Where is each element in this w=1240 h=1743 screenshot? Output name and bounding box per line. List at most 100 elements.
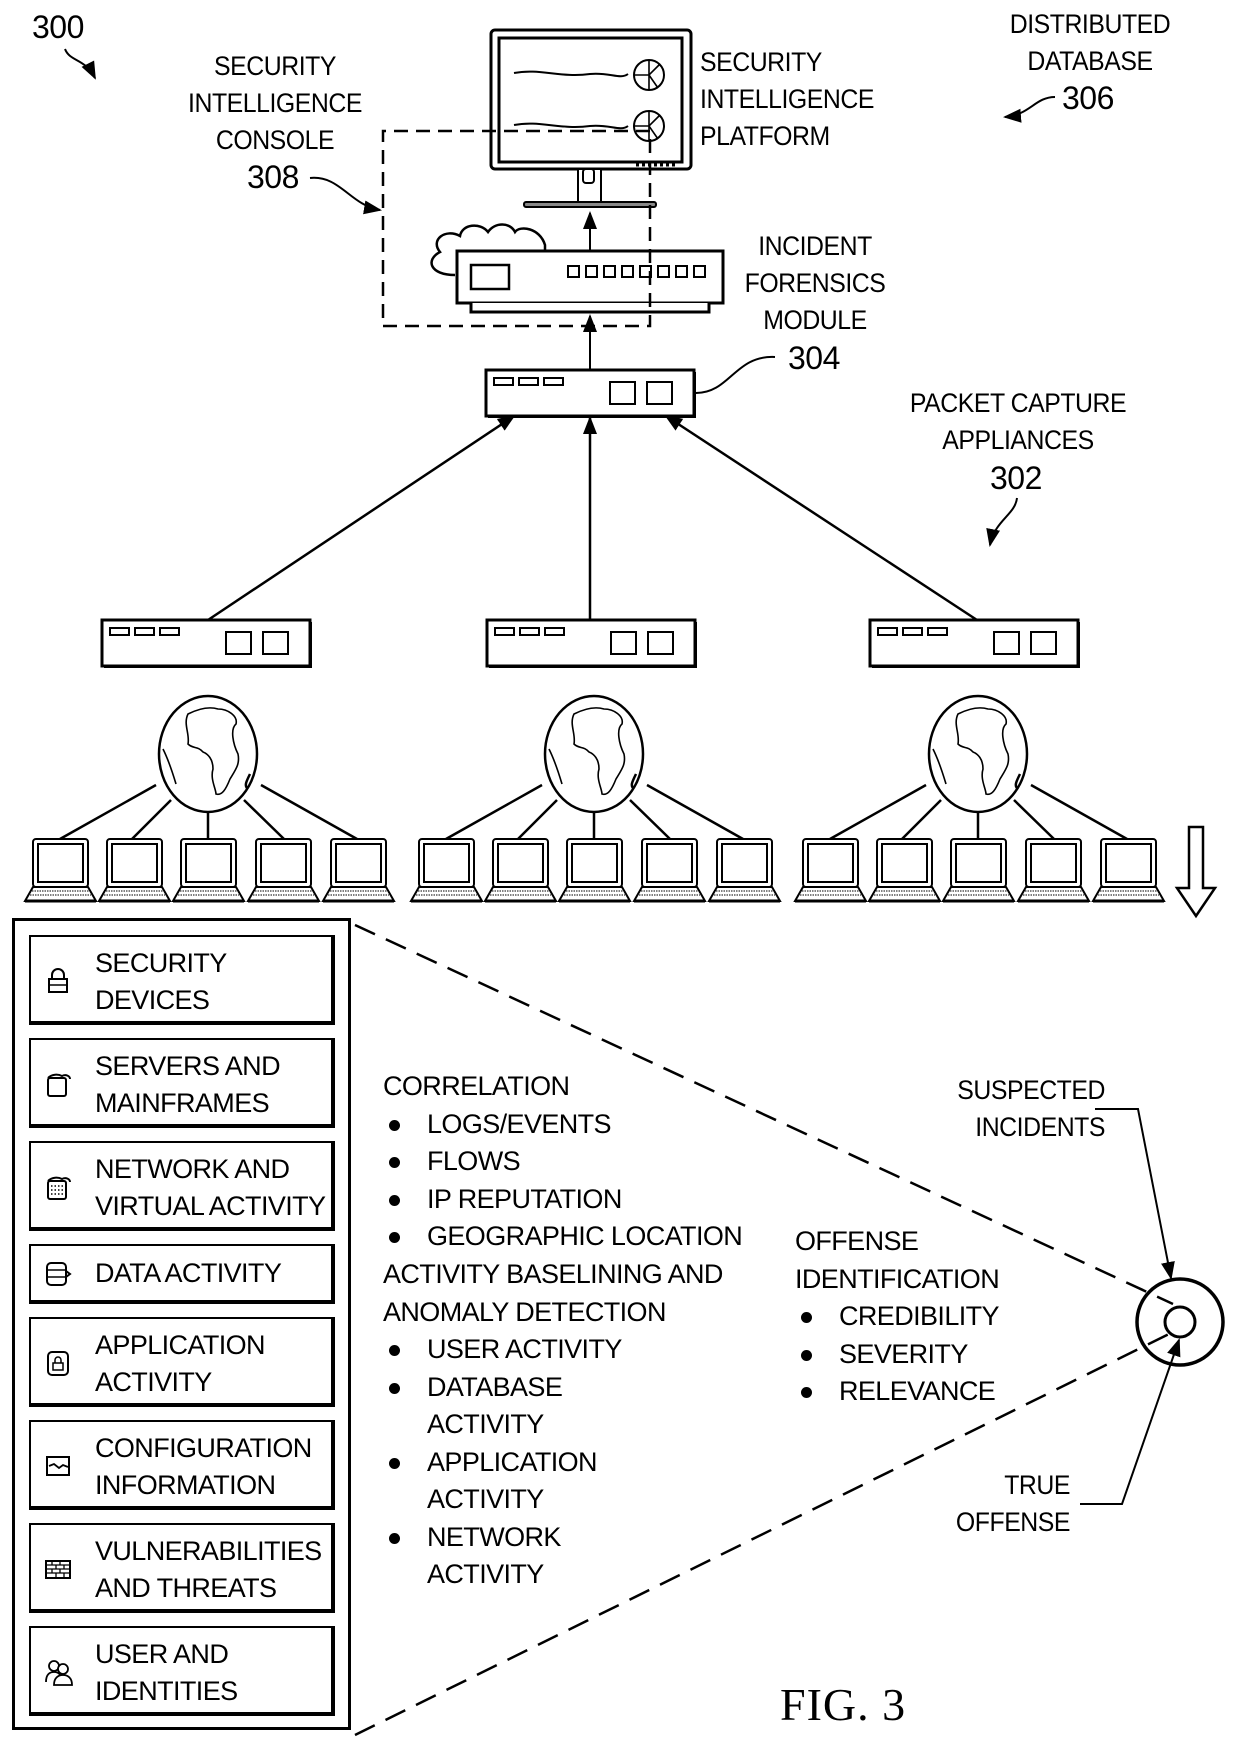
- laptop-icon: [557, 837, 632, 903]
- platform-label-line: PLATFORM: [700, 121, 830, 151]
- laptop-icon: [246, 837, 321, 903]
- suspected-leader: [1095, 1108, 1175, 1280]
- offense-list: OFFENSE IDENTIFICATION CREDIBILITY SEVER…: [795, 1223, 1000, 1411]
- capture-ref-number: 302: [990, 460, 1042, 496]
- capture-appliance: [100, 618, 313, 669]
- list-item: SEVERITY: [795, 1336, 999, 1374]
- list-item-continuation: ACTIVITY: [427, 1409, 544, 1439]
- network-cluster-2: [409, 694, 782, 903]
- database-ref-arrow: [1003, 96, 1056, 123]
- laptop-icon: [707, 837, 782, 903]
- offense-heading: OFFENSE: [795, 1226, 919, 1256]
- lock-icon: [48, 968, 68, 993]
- database-icon: [46, 1262, 72, 1286]
- network-icon: [47, 1176, 71, 1200]
- forensics-label: INCIDENT FORENSICS MODULE: [741, 228, 888, 339]
- database-label-line: DATABASE: [1027, 46, 1153, 76]
- database-label: DISTRIBUTED DATABASE: [1007, 6, 1173, 80]
- network-cluster-1: [23, 694, 396, 903]
- down-arrow-icon: [1174, 825, 1218, 919]
- forensics-label-line: MODULE: [763, 305, 867, 335]
- offense-heading: IDENTIFICATION: [795, 1263, 1000, 1294]
- console-label: SECURITY INTELLIGENCE CONSOLE: [188, 48, 362, 159]
- aggregator-appliance: [484, 368, 697, 419]
- list-item: RELEVANCE: [795, 1373, 999, 1411]
- application-icon: [47, 1351, 69, 1376]
- true-offense-label-line: OFFENSE: [955, 1507, 1071, 1537]
- source-servers-mainframes[interactable]: SERVERS AND MAINFRAMES: [29, 1038, 335, 1128]
- list-item: USER ACTIVITY: [383, 1331, 723, 1369]
- figure-caption: FIG. 3: [780, 1679, 907, 1730]
- list-item: CREDIBILITY: [795, 1298, 1000, 1336]
- server-icon: [47, 1073, 71, 1097]
- source-label: NETWORK AND VIRTUAL ACTIVITY: [95, 1154, 326, 1221]
- baselining-heading: ANOMALY DETECTION: [383, 1296, 666, 1327]
- chart-icon: [46, 1456, 70, 1476]
- laptop-icon: [632, 837, 707, 903]
- list-item-continuation: ACTIVITY: [427, 1559, 544, 1589]
- source-label: SERVERS AND MAINFRAMES: [95, 1051, 281, 1118]
- source-configuration-information[interactable]: CONFIGURATION INFORMATION: [29, 1420, 335, 1510]
- source-label: APPLICATION ACTIVITY: [95, 1330, 266, 1397]
- suspected-label-line: SUSPECTED: [957, 1075, 1105, 1105]
- laptop-icon: [793, 837, 868, 903]
- source-security-devices[interactable]: SECURITY DEVICES: [29, 935, 335, 1025]
- list-item: FLOWS: [383, 1143, 742, 1181]
- console-ref-arrow: [309, 176, 382, 215]
- source-vulnerabilities-threats[interactable]: VULNERABILITIES AND THREATS: [29, 1523, 335, 1613]
- globe-icon: [157, 694, 259, 814]
- data-sources-panel: SECURITY DEVICES SERVERS AND MAINFRAMES NE…: [12, 918, 351, 1730]
- source-label: CONFIGURATION INFORMATION: [95, 1433, 312, 1500]
- capture-label-line: PACKET CAPTURE: [909, 388, 1127, 418]
- forensics-module-device: [430, 223, 725, 314]
- source-user-identities[interactable]: USER AND IDENTITIES: [29, 1626, 335, 1716]
- suspected-label-line: INCIDENTS: [975, 1112, 1105, 1142]
- network-cluster-3: [793, 694, 1166, 903]
- console-label-line: CONSOLE: [215, 125, 335, 155]
- globe-icon: [543, 694, 645, 814]
- console-label-line: SECURITY: [214, 51, 336, 81]
- source-label: VULNERABILITIES AND THREATS: [95, 1536, 322, 1603]
- list-item: IP REPUTATION: [383, 1181, 742, 1219]
- platform-label: SECURITY INTELLIGENCE PLATFORM: [700, 44, 874, 155]
- laptop-icon: [171, 837, 246, 903]
- flow-arrow-left: [207, 414, 516, 622]
- correlation-heading: CORRELATION: [383, 1071, 570, 1101]
- platform-label-line: INTELLIGENCE: [700, 84, 874, 114]
- forensics-ref-number: 304: [788, 340, 840, 376]
- forensics-label-line: INCIDENT: [758, 231, 872, 261]
- figure-ref-arrow: [64, 48, 96, 80]
- database-label-line: DISTRIBUTED: [1009, 9, 1171, 39]
- database-ref-number: 306: [1062, 80, 1114, 116]
- laptop-icon: [1091, 837, 1166, 903]
- true-offense-leader: [1080, 1338, 1181, 1505]
- laptop-icon: [483, 837, 558, 903]
- laptop-icon: [97, 837, 172, 903]
- baselining-heading: ACTIVITY BASELINING AND: [383, 1259, 723, 1289]
- console-ref-number: 308: [247, 159, 299, 195]
- forensics-label-line: FORENSICS: [744, 268, 886, 298]
- true-offense-label: TRUE OFFENSE: [932, 1467, 1071, 1541]
- laptop-icon: [23, 837, 98, 903]
- laptop-icon: [867, 837, 942, 903]
- list-item: APPLICATION: [383, 1444, 723, 1482]
- source-network-virtual[interactable]: NETWORK AND VIRTUAL ACTIVITY: [29, 1141, 335, 1231]
- list-item: NETWORK: [383, 1519, 723, 1557]
- capture-appliance: [868, 618, 1081, 669]
- capture-label-line: APPLIANCES: [942, 425, 1094, 455]
- source-data-activity[interactable]: DATA ACTIVITY: [29, 1244, 335, 1304]
- true-offense-label-line: TRUE: [1004, 1470, 1070, 1500]
- source-application-activity[interactable]: APPLICATION ACTIVITY: [29, 1317, 335, 1407]
- source-label: SECURITY DEVICES: [95, 948, 227, 1015]
- baselining-list: ACTIVITY BASELINING AND ANOMALY DETECTIO…: [383, 1256, 723, 1594]
- forensics-ref-leader: [695, 355, 776, 394]
- source-label: USER AND IDENTITIES: [95, 1639, 238, 1706]
- laptop-icon: [409, 837, 484, 903]
- list-item-continuation: ACTIVITY: [427, 1484, 544, 1514]
- users-icon: [45, 1660, 73, 1686]
- console-label-line: INTELLIGENCE: [188, 88, 362, 118]
- figure-ref-number: 300: [32, 9, 84, 45]
- laptop-icon: [321, 837, 396, 903]
- capture-label: PACKET CAPTURE APPLIANCES: [908, 385, 1129, 459]
- laptop-icon: [1016, 837, 1091, 903]
